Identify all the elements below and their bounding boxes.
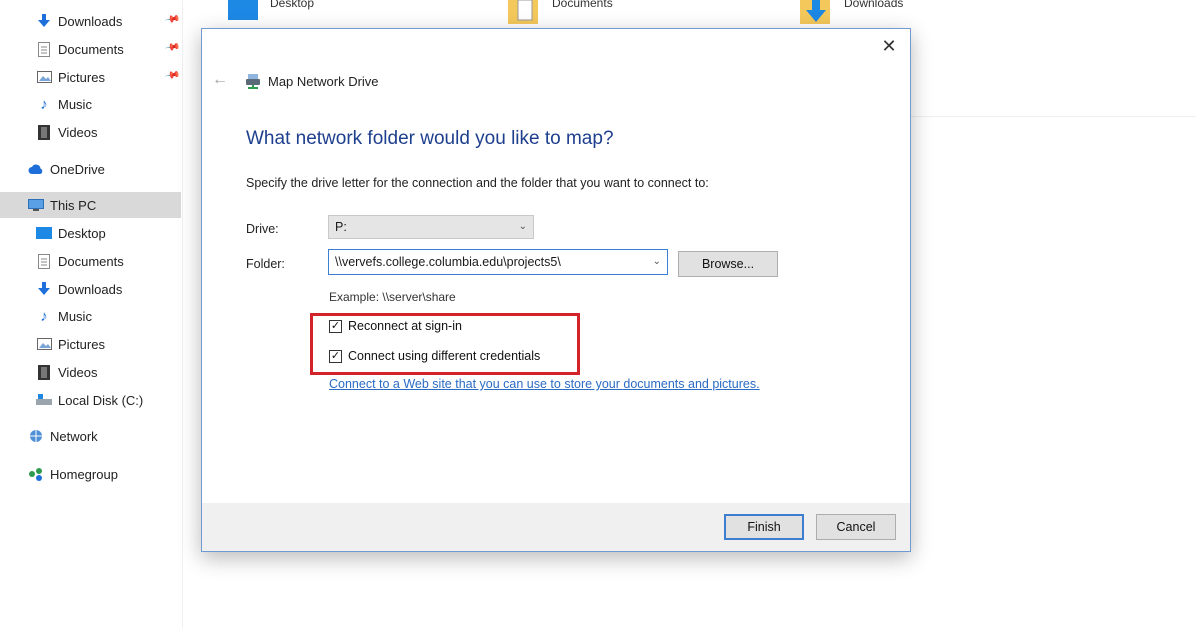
credentials-checkbox[interactable]: ✓ [329, 349, 342, 363]
reconnect-checkbox[interactable]: ✓ [329, 319, 342, 333]
tile-label: Downloads [844, 0, 904, 10]
nav-item-network[interactable]: Network [28, 423, 98, 449]
nav-item-homegroup[interactable]: Homegroup [28, 461, 118, 487]
nav-item-label: OneDrive [50, 161, 105, 177]
network-drive-icon [246, 74, 260, 89]
pin-icon: 📌 [163, 67, 181, 84]
nav-item-documents[interactable]: Documents [36, 36, 124, 62]
tile-downloads[interactable]: Downloads [800, 0, 903, 24]
instruction-text: Specify the drive letter for the connect… [246, 176, 709, 190]
desktop-folder-icon [228, 0, 258, 20]
nav-item-label: Desktop [58, 225, 106, 241]
video-icon [36, 124, 52, 140]
nav-item-label: Documents [58, 41, 124, 57]
documents-folder-icon [508, 0, 538, 24]
nav-item-videos[interactable]: Videos [36, 119, 98, 145]
credentials-label: Connect using different credentials [348, 349, 541, 363]
document-icon [36, 253, 52, 269]
downloads-folder-icon [800, 0, 830, 24]
page-heading: What network folder would you like to ma… [246, 128, 614, 149]
tile-label: Documents [552, 0, 613, 10]
homegroup-icon [28, 466, 44, 482]
nav-item-label: This PC [50, 197, 97, 213]
video-icon [36, 364, 52, 380]
nav-item-label: Videos [58, 364, 98, 380]
tile-desktop[interactable]: Desktop [226, 0, 314, 24]
dialog-footer: Finish Cancel [202, 503, 910, 551]
nav-item-pictures[interactable]: Pictures [36, 64, 105, 90]
cloud-icon [28, 161, 44, 177]
nav-item-desktop[interactable]: Desktop [36, 220, 106, 246]
nav-item-documents-pc[interactable]: Documents [36, 248, 124, 274]
nav-item-label: Videos [58, 124, 98, 140]
nav-item-downloads-pc[interactable]: Downloads [36, 276, 122, 302]
drive-label: Drive: [246, 222, 279, 236]
nav-item-this-pc[interactable]: This PC [0, 192, 181, 218]
nav-item-label: Network [50, 428, 98, 444]
nav-item-downloads[interactable]: Downloads [36, 8, 122, 34]
nav-item-label: Homegroup [50, 466, 118, 482]
reconnect-option[interactable]: ✓ Reconnect at sign-in [329, 319, 462, 333]
document-icon [36, 41, 52, 57]
reconnect-label: Reconnect at sign-in [348, 319, 462, 333]
nav-item-music[interactable]: ♪ Music [36, 91, 92, 117]
tile-label: Desktop [270, 0, 315, 10]
chevron-down-icon[interactable]: ⌄ [653, 250, 661, 274]
pin-icon: 📌 [163, 11, 181, 28]
computer-icon [28, 197, 44, 213]
web-site-link[interactable]: Connect to a Web site that you can use t… [329, 377, 760, 391]
folder-label: Folder: [246, 257, 285, 271]
disk-icon [36, 392, 52, 408]
content-divider [910, 116, 1196, 117]
nav-item-label: Downloads [58, 281, 123, 297]
nav-item-label: Music [58, 96, 92, 112]
nav-item-label: Documents [58, 253, 124, 269]
back-button[interactable]: ← [212, 71, 230, 89]
pictures-icon [36, 336, 52, 352]
map-network-drive-dialog: ✕ ← Map Network Drive What network folde… [201, 28, 911, 552]
dialog-title: Map Network Drive [268, 74, 379, 89]
nav-item-label: Music [58, 308, 92, 324]
nav-item-local-disk[interactable]: Local Disk (C:) [36, 387, 143, 413]
chevron-down-icon: ⌄ [518, 221, 527, 232]
folder-tiles: Desktop Documents Downloads [182, 0, 1196, 30]
pictures-icon [36, 69, 52, 85]
nav-item-label: Pictures [58, 69, 105, 85]
nav-item-onedrive[interactable]: OneDrive [28, 156, 105, 182]
cancel-button[interactable]: Cancel [816, 514, 896, 540]
drive-select[interactable]: P: ⌄ [328, 215, 534, 239]
music-note-icon: ♪ [40, 307, 48, 325]
nav-item-pictures-pc[interactable]: Pictures [36, 331, 105, 357]
finish-button[interactable]: Finish [724, 514, 804, 540]
nav-item-label: Local Disk (C:) [58, 392, 144, 408]
example-text: Example: \\server\share [329, 290, 456, 304]
download-arrow-icon [36, 281, 52, 297]
nav-item-music-pc[interactable]: ♪ Music [36, 303, 92, 329]
credentials-option[interactable]: ✓ Connect using different credentials [329, 349, 540, 363]
drive-value: P: [335, 220, 347, 234]
network-icon [28, 428, 44, 444]
nav-item-label: Downloads [58, 13, 123, 29]
pin-icon: 📌 [163, 39, 181, 56]
folder-input[interactable]: \\vervefs.college.columbia.edu\projects5… [328, 249, 668, 275]
close-button[interactable]: ✕ [878, 35, 900, 57]
tile-documents[interactable]: Documents [508, 0, 613, 24]
navigation-pane: Downloads 📌 Documents 📌 Pictures 📌 ♪ Mus… [0, 0, 183, 628]
back-arrow-icon: ← [212, 71, 228, 88]
close-icon: ✕ [881, 36, 897, 56]
nav-item-videos-pc[interactable]: Videos [36, 359, 98, 385]
music-note-icon: ♪ [40, 95, 48, 113]
download-arrow-icon [36, 13, 52, 29]
browse-button[interactable]: Browse... [678, 251, 778, 277]
nav-item-label: Pictures [58, 336, 105, 352]
desktop-icon [36, 225, 52, 241]
folder-value: \\vervefs.college.columbia.edu\projects5… [335, 255, 561, 269]
